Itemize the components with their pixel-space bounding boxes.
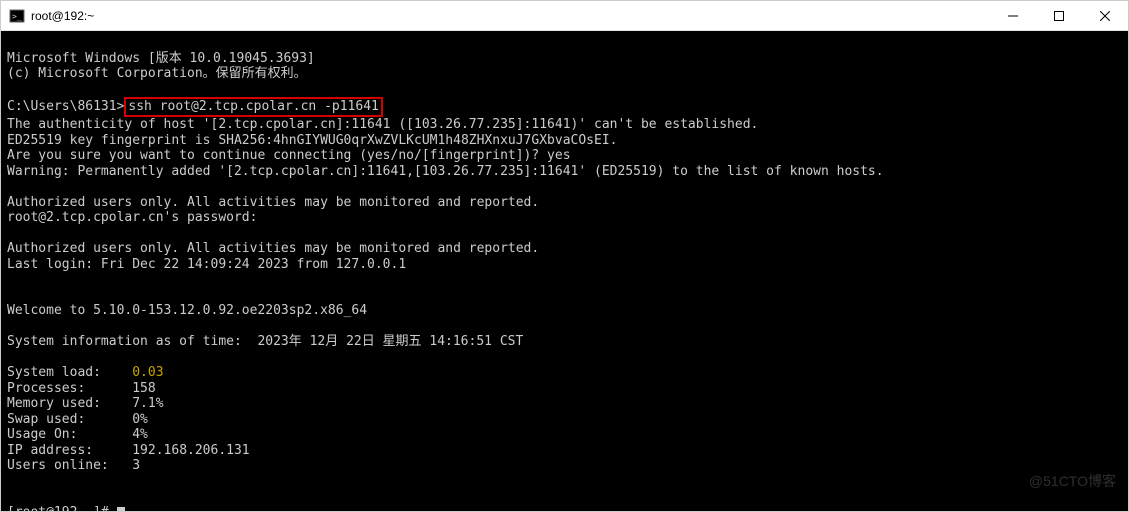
stat-value: 192.168.206.131 xyxy=(132,443,249,458)
shell-prompt: [root@192 ~]# xyxy=(7,505,117,512)
prompt-prefix: C:\Users\86131> xyxy=(7,99,124,114)
output-line: Authorized users only. All activities ma… xyxy=(7,195,539,210)
cursor-icon xyxy=(117,507,125,512)
window-controls xyxy=(990,1,1128,30)
stat-value: 0.03 xyxy=(132,365,163,380)
output-line: Authorized users only. All activities ma… xyxy=(7,241,539,256)
minimize-button[interactable] xyxy=(990,1,1036,30)
output-line: Last login: Fri Dec 22 14:09:24 2023 fro… xyxy=(7,257,406,272)
close-button[interactable] xyxy=(1082,1,1128,30)
stat-label: Memory used: xyxy=(7,396,101,411)
stat-label: Usage On: xyxy=(7,427,77,442)
output-line: The authenticity of host '[2.tcp.cpolar.… xyxy=(7,117,758,132)
maximize-button[interactable] xyxy=(1036,1,1082,30)
output-line: Are you sure you want to continue connec… xyxy=(7,148,571,163)
output-line: ED25519 key fingerprint is SHA256:4hnGIY… xyxy=(7,133,617,148)
terminal-window: >_ root@192:~ Microsoft Windows [版本 10.0… xyxy=(0,0,1129,512)
ssh-command: ssh root@2.tcp.cpolar.cn -p11641 xyxy=(128,99,378,114)
output-line: Microsoft Windows [版本 10.0.19045.3693] xyxy=(7,51,315,66)
stat-label: Swap used: xyxy=(7,412,85,427)
stat-value: 7.1% xyxy=(132,396,163,411)
window-title: root@192:~ xyxy=(31,9,94,23)
output-line: root@2.tcp.cpolar.cn's password: xyxy=(7,210,257,225)
output-line: (c) Microsoft Corporation。保留所有权利。 xyxy=(7,66,307,81)
stat-label: System load: xyxy=(7,365,101,380)
terminal-content[interactable]: Microsoft Windows [版本 10.0.19045.3693] (… xyxy=(1,31,1128,511)
stat-label: IP address: xyxy=(7,443,93,458)
output-line: System information as of time: 2023年 12月… xyxy=(7,334,523,349)
stat-label: Users online: xyxy=(7,458,109,473)
stat-value: 4% xyxy=(132,427,148,442)
terminal-icon: >_ xyxy=(9,8,25,24)
titlebar[interactable]: >_ root@192:~ xyxy=(1,1,1128,31)
svg-text:>_: >_ xyxy=(12,12,22,21)
highlighted-command: ssh root@2.tcp.cpolar.cn -p11641 xyxy=(124,97,382,117)
output-line: Warning: Permanently added '[2.tcp.cpola… xyxy=(7,164,884,179)
stat-label: Processes: xyxy=(7,381,85,396)
stat-value: 3 xyxy=(132,458,140,473)
stat-value: 158 xyxy=(132,381,155,396)
watermark: @51CTO博客 xyxy=(1029,474,1116,490)
output-line: Welcome to 5.10.0-153.12.0.92.oe2203sp2.… xyxy=(7,303,367,318)
stat-value: 0% xyxy=(132,412,148,427)
